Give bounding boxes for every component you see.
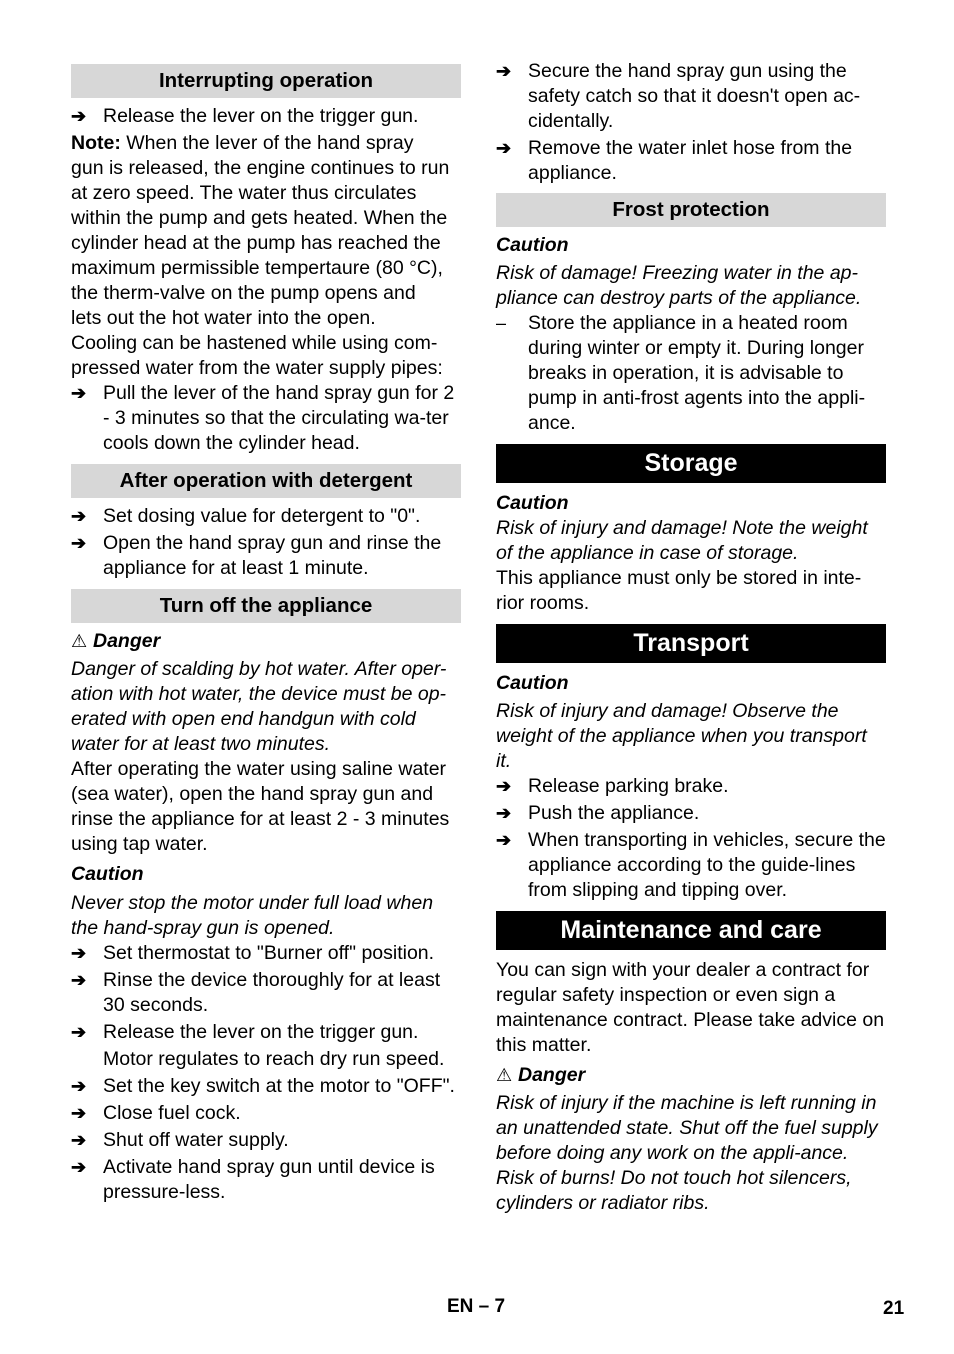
heading-after-operation-detergent: After operation with detergent: [71, 464, 461, 498]
step-item: ➔ Activate hand spray gun until device i…: [71, 1156, 435, 1203]
caution-text: Risk of damage! Freezing water in the ap…: [496, 262, 862, 309]
caution-label: Caution: [496, 234, 569, 256]
heading-transport: Transport: [496, 624, 886, 663]
heading-maintenance-and-care: Maintenance and care: [496, 911, 886, 950]
caution-text: Risk of injury and damage! Observe the w…: [496, 700, 867, 772]
left-column: Interrupting operation ➔ Release the lev…: [71, 59, 461, 1207]
caution-text: Never stop the motor under full load whe…: [71, 892, 434, 939]
arrow-icon: ➔: [71, 970, 87, 990]
danger-text: Danger of scalding by hot water. After o…: [71, 658, 447, 755]
arrow-icon: ➔: [71, 533, 87, 553]
arrow-icon: ➔: [71, 1130, 87, 1150]
arrow-icon: ➔: [71, 943, 87, 963]
step-item: ➔ Release the lever on the trigger gun.: [71, 1021, 419, 1043]
arrow-icon: ➔: [71, 1157, 87, 1177]
note-label: Note:: [71, 132, 121, 154]
arrow-icon: ➔: [71, 1076, 87, 1096]
caution-label: Caution: [496, 672, 569, 694]
maintenance-body: You can sign with your dealer a contract…: [496, 959, 885, 1056]
arrow-icon: ➔: [496, 61, 512, 81]
arrow-icon: ➔: [71, 1103, 87, 1123]
storage-body: This appliance must only be stored in in…: [496, 567, 862, 614]
danger-text: Risk of burns! Do not touch hot silencer…: [496, 1167, 852, 1214]
step-item: ➔ Open the hand spray gun and rinse the …: [71, 532, 442, 579]
danger-text: Risk of injury if the machine is left ru…: [496, 1092, 878, 1164]
note-paragraph: Note: When the lever of the hand spray g…: [71, 132, 450, 379]
danger-label: ⚠ Danger: [496, 1064, 586, 1086]
arrow-icon: ➔: [496, 776, 512, 796]
caution-label: Caution: [71, 863, 144, 885]
caution-text: Risk of injury and damage! Note the weig…: [496, 517, 868, 564]
motor-note: Motor regulates to reach dry run speed.: [103, 1048, 445, 1070]
step-item: ➔ Set dosing value for detergent to "0".: [71, 505, 421, 527]
arrow-icon: ➔: [496, 138, 512, 158]
footer-section-label: EN – 7: [447, 1296, 506, 1317]
step-item: ➔ Release parking brake.: [496, 775, 729, 797]
step-item: ➔ Push the appliance.: [496, 802, 700, 824]
saline-water-text: After operating the water using saline w…: [71, 758, 450, 855]
step-item: ➔ Secure the hand spray gun using the sa…: [496, 60, 861, 132]
arrow-icon: ➔: [71, 1022, 87, 1042]
step-item: ➔ Remove the water inlet hose from the a…: [496, 137, 853, 184]
step-item: ➔ Shut off water supply.: [71, 1129, 289, 1151]
heading-frost-protection: Frost protection: [496, 193, 886, 227]
page-number: 21: [883, 1298, 905, 1319]
arrow-icon: ➔: [496, 830, 512, 850]
step-item: ➔ Set the key switch at the motor to "OF…: [71, 1075, 455, 1097]
step-item: ➔ Close fuel cock.: [71, 1102, 241, 1124]
heading-turn-off-appliance: Turn off the appliance: [71, 589, 461, 623]
dash-item: – Store the appliance in a heated room d…: [496, 312, 866, 434]
dash-icon: –: [496, 313, 507, 333]
right-column: ➔ Secure the hand spray gun using the sa…: [496, 59, 886, 1216]
arrow-icon: ➔: [71, 506, 87, 526]
arrow-icon: ➔: [71, 106, 87, 126]
caution-label: Caution: [496, 492, 569, 514]
step-item: ➔ Set thermostat to "Burner off" positio…: [71, 942, 435, 964]
step-item: ➔ Rinse the device thoroughly for at lea…: [71, 969, 441, 1016]
arrow-icon: ➔: [496, 803, 512, 823]
heading-storage: Storage: [496, 444, 886, 483]
heading-interrupting-operation: Interrupting operation: [71, 64, 461, 98]
step-item: ➔ When transporting in vehicles, secure …: [496, 829, 886, 901]
arrow-icon: ➔: [71, 383, 87, 403]
warning-triangle-icon: ⚠: [496, 1065, 513, 1085]
warning-triangle-icon: ⚠: [71, 631, 88, 651]
step-item: ➔ Release the lever on the trigger gun.: [71, 105, 419, 127]
step-item: ➔ Pull the lever of the hand spray gun f…: [71, 382, 455, 454]
danger-label: ⚠ Danger: [71, 630, 161, 652]
